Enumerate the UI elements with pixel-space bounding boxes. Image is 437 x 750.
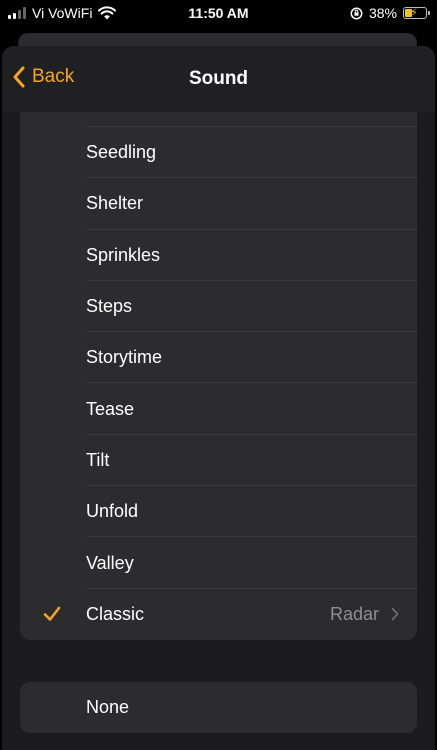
list-item-label: Tease <box>86 398 135 419</box>
checkmark-icon <box>43 607 61 622</box>
none-option-label: None <box>86 697 130 717</box>
detail-value: Radar <box>329 603 379 624</box>
selected-sound-row[interactable]: Classic Radar <box>20 589 417 640</box>
sound-list: Seedling Shelter Sprinkles Steps Storyti… <box>20 76 417 640</box>
page-title: Sound <box>188 68 249 89</box>
list-item-label: Storytime <box>86 347 163 368</box>
list-item[interactable]: Unfold <box>20 486 417 538</box>
selected-sound-detail: Radar <box>330 604 399 625</box>
list-item-label: Steps <box>86 296 133 317</box>
list-item-label: Shelter <box>86 193 144 214</box>
navigation-bar: Back Sound <box>2 46 435 112</box>
chevron-right-icon <box>391 607 399 621</box>
orientation-lock-icon <box>350 7 363 19</box>
list-item-label: Valley <box>86 552 134 573</box>
list-item[interactable]: Valley <box>20 537 417 589</box>
none-option-row[interactable]: None <box>20 682 417 733</box>
list-item-label: Tilt <box>86 449 110 470</box>
list-item[interactable]: Steps <box>20 281 417 333</box>
selected-sound-label: Classic <box>86 603 145 624</box>
status-bar: Vi VoWiFi 11:50 AM 38% ⚡ <box>0 0 437 26</box>
battery-percent: 38% <box>368 5 397 21</box>
list-item[interactable]: Tilt <box>20 435 417 487</box>
list-item-label: Unfold <box>86 501 139 522</box>
list-item-label: Sprinkles <box>86 244 161 265</box>
list-item[interactable]: Shelter <box>20 178 417 230</box>
list-item[interactable]: Seedling <box>20 127 417 179</box>
list-item-label: Seedling <box>86 142 157 163</box>
list-item[interactable]: Storytime <box>20 332 417 384</box>
status-right: 38% ⚡ <box>350 5 430 21</box>
list-item[interactable]: Sprinkles <box>20 230 417 282</box>
sound-sheet: Back Sound Seedling Shelter Sprinkles St… <box>2 46 435 750</box>
list-item[interactable]: Tease <box>20 383 417 436</box>
battery-charging-icon: ⚡ <box>403 7 430 19</box>
